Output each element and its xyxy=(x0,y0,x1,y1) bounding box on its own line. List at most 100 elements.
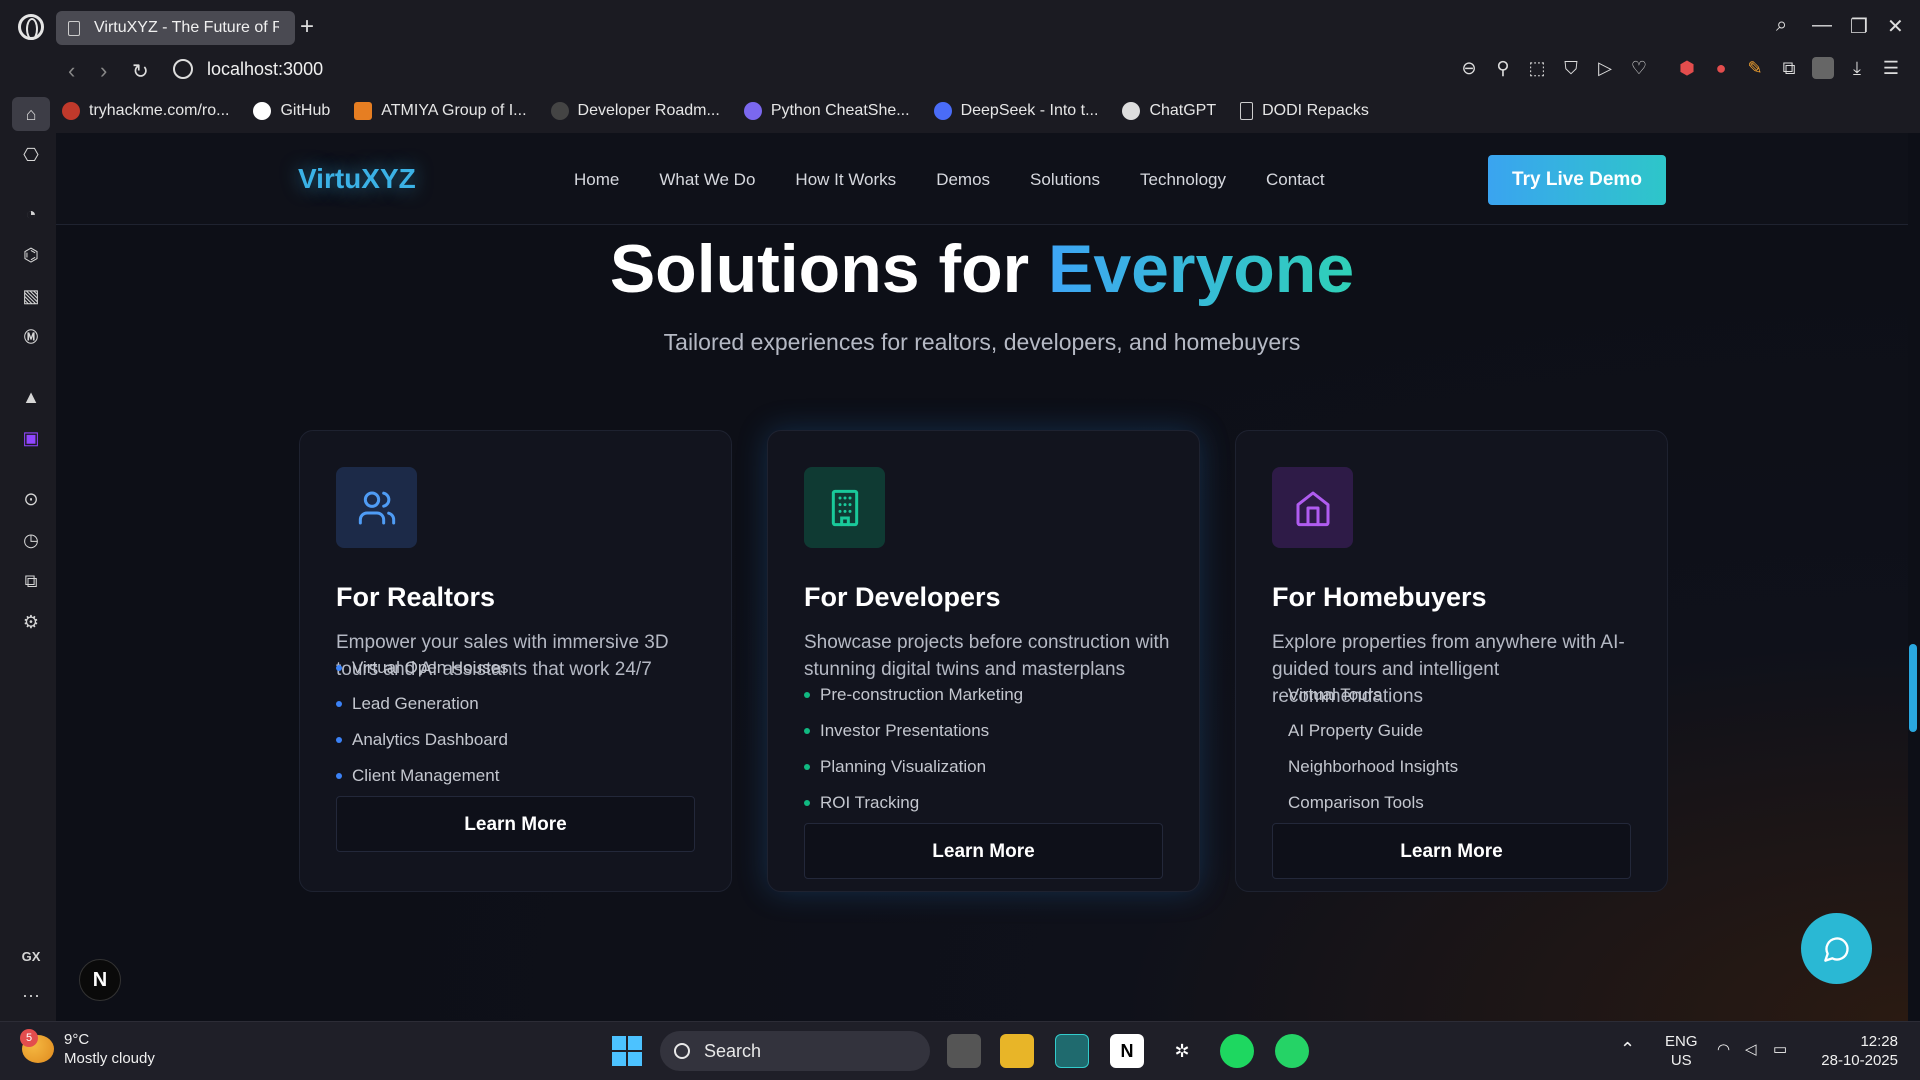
feature-list: Virtual Tours AI Property Guide Neighbor… xyxy=(1272,677,1458,821)
users-icon xyxy=(336,467,417,548)
opera-logo-icon[interactable] xyxy=(18,14,44,40)
card-homebuyers: For Homebuyers Explore properties from a… xyxy=(1235,430,1668,892)
chatgpt-app-icon[interactable]: ✲ xyxy=(1165,1034,1199,1068)
file-explorer-icon[interactable] xyxy=(1000,1034,1034,1068)
deepseek-icon xyxy=(933,102,952,120)
nav-home[interactable]: Home xyxy=(574,170,619,190)
page-icon xyxy=(68,20,80,36)
shield-icon[interactable]: ⛉ xyxy=(1560,57,1582,79)
language-indicator[interactable]: ENG US xyxy=(1665,1032,1698,1070)
player-icon[interactable]: ⊙ xyxy=(17,485,45,513)
close-window-button[interactable]: ✕ xyxy=(1887,14,1904,39)
chevron-up-icon[interactable]: ⌃ xyxy=(1620,1040,1635,1059)
battery-icon[interactable]: ▭ xyxy=(1773,1040,1787,1059)
nav-how-it-works[interactable]: How It Works xyxy=(795,170,896,190)
learn-more-button[interactable]: Learn More xyxy=(336,796,695,852)
pen-icon[interactable]: ✎ xyxy=(1744,57,1766,79)
opera-gx-icon[interactable] xyxy=(1055,1034,1089,1068)
bullet-icon xyxy=(336,701,342,707)
pin-icon[interactable]: ⚲ xyxy=(1492,57,1514,79)
bookmark-github[interactable]: GitHub xyxy=(253,102,330,120)
settings-icon[interactable]: ⚙ xyxy=(17,608,45,636)
profile-avatar[interactable] xyxy=(1812,57,1834,79)
bookmark-python[interactable]: Python CheatShe... xyxy=(743,102,910,120)
bookmark-atmiya[interactable]: ATMIYA Group of I... xyxy=(354,102,527,120)
brush-icon[interactable]: ⌬ xyxy=(17,241,45,269)
m-icon[interactable]: Ⓜ xyxy=(17,323,45,351)
play-icon[interactable]: ▷ xyxy=(1594,57,1616,79)
site-info-icon[interactable] xyxy=(173,59,193,79)
bookmark-deepseek[interactable]: DeepSeek - Into t... xyxy=(933,102,1098,120)
scrollbar-thumb[interactable] xyxy=(1909,644,1917,732)
tryhackme-icon xyxy=(62,102,80,120)
back-icon[interactable]: ‹ xyxy=(68,58,75,84)
task-view-icon[interactable] xyxy=(947,1034,981,1068)
building-icon xyxy=(804,467,885,548)
menu-icon[interactable]: ☰ xyxy=(1880,57,1902,79)
bullet-icon xyxy=(804,728,810,734)
nav-contact[interactable]: Contact xyxy=(1266,170,1325,190)
nav-solutions[interactable]: Solutions xyxy=(1030,170,1100,190)
reload-icon[interactable]: ↻ xyxy=(132,59,149,84)
wallpaper-icon[interactable]: ▧ xyxy=(17,282,45,310)
nav-technology[interactable]: Technology xyxy=(1140,170,1226,190)
snapshot-icon[interactable]: ⬚ xyxy=(1526,57,1548,79)
bookmark-roadmap[interactable]: Developer Roadm... xyxy=(550,102,720,120)
list-item: Virtual Open Houses xyxy=(336,650,509,686)
list-item: Pre-construction Marketing xyxy=(804,677,1023,713)
weather-widget[interactable]: 5 9°C Mostly cloudy xyxy=(20,1029,155,1068)
browser-chrome: VirtuXYZ - The Future of R + ⌕ — ❐ ✕ ‹ ›… xyxy=(0,0,1920,133)
site-header: VirtuXYZ Home What We Do How It Works De… xyxy=(56,133,1908,225)
minimize-button[interactable]: — xyxy=(1812,14,1832,37)
gamepad-icon[interactable]: ⎔ xyxy=(17,141,45,169)
bookmark-dodi[interactable]: DODI Repacks xyxy=(1240,102,1369,120)
gx-label[interactable]: GX xyxy=(17,943,45,971)
learn-more-button[interactable]: Learn More xyxy=(804,823,1163,879)
weather-icon: 5 xyxy=(20,1029,54,1063)
extensions-icon[interactable]: ⧉ xyxy=(1778,57,1800,79)
bookmark-chatgpt[interactable]: ChatGPT xyxy=(1122,102,1216,120)
download-icon[interactable]: ⤓ xyxy=(1846,57,1868,79)
list-item: Client Management xyxy=(336,758,509,794)
chat-button[interactable] xyxy=(1801,913,1872,984)
bookmarks-bar: tryhackme.com/ro... GitHub ATMIYA Group … xyxy=(62,98,1393,124)
aria-icon[interactable]: ▲ xyxy=(17,383,45,411)
search-tabs-icon[interactable]: ⌕ xyxy=(1776,14,1787,37)
stop-extension-icon[interactable]: ● xyxy=(1710,57,1732,79)
adblock-icon[interactable]: ⬢ xyxy=(1676,57,1698,79)
speedometer-icon[interactable]: ◔ xyxy=(17,200,45,228)
extensions-sidebar-icon[interactable]: ⧉ xyxy=(17,567,45,595)
learn-more-button[interactable]: Learn More xyxy=(1272,823,1631,879)
history-icon[interactable]: ◷ xyxy=(17,526,45,554)
volume-icon[interactable]: ◁ xyxy=(1745,1040,1757,1059)
more-icon[interactable]: ··· xyxy=(17,981,45,1009)
notion-icon[interactable]: N xyxy=(1110,1034,1144,1068)
maximize-button[interactable]: ❐ xyxy=(1850,14,1868,39)
zoom-out-icon[interactable]: ⊖ xyxy=(1458,57,1480,79)
section-title: Solutions for Everyone xyxy=(609,231,1355,307)
bullet-icon xyxy=(1272,728,1278,734)
spotify-icon[interactable] xyxy=(1220,1034,1254,1068)
nextjs-dev-badge[interactable]: N xyxy=(79,959,121,1001)
forward-icon[interactable]: › xyxy=(100,58,107,84)
try-live-demo-button[interactable]: Try Live Demo xyxy=(1488,155,1666,205)
twitch-icon[interactable]: ▣ xyxy=(17,424,45,452)
bullet-icon xyxy=(336,773,342,779)
home-icon[interactable]: ⌂ xyxy=(17,100,45,128)
nav-what-we-do[interactable]: What We Do xyxy=(659,170,755,190)
bullet-icon xyxy=(336,665,342,671)
bookmark-tryhackme[interactable]: tryhackme.com/ro... xyxy=(62,102,229,120)
new-tab-button[interactable]: + xyxy=(300,13,314,41)
list-item: ROI Tracking xyxy=(804,785,1023,821)
feature-list: Virtual Open Houses Lead Generation Anal… xyxy=(336,650,509,794)
nav-demos[interactable]: Demos xyxy=(936,170,990,190)
clock[interactable]: 12:28 28-10-2025 xyxy=(1818,1032,1898,1070)
whatsapp-icon[interactable] xyxy=(1275,1034,1309,1068)
start-button[interactable] xyxy=(612,1036,642,1066)
brand-logo[interactable]: VirtuXYZ xyxy=(298,163,416,195)
heart-icon[interactable]: ♡ xyxy=(1628,57,1650,79)
browser-tab[interactable]: VirtuXYZ - The Future of R xyxy=(56,11,295,45)
taskbar-search[interactable]: Search xyxy=(660,1031,930,1071)
address-bar[interactable]: localhost:3000 xyxy=(207,59,323,80)
wifi-icon[interactable]: ◠ xyxy=(1717,1040,1730,1059)
